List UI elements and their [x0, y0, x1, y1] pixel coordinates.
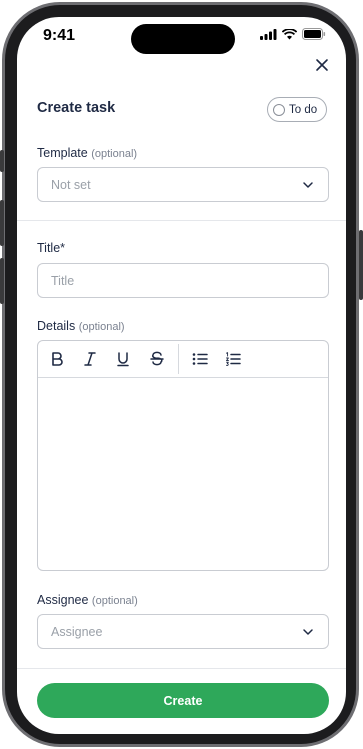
chevron-down-icon	[303, 629, 313, 635]
screen: 9:41 Create task To do Template (optiona…	[17, 17, 346, 734]
volume-down-button	[0, 258, 4, 304]
template-label-text: Template	[37, 146, 88, 160]
details-optional-text: (optional)	[78, 321, 125, 333]
title-placeholder: Title	[51, 273, 75, 288]
status-label: To do	[289, 103, 318, 116]
close-icon[interactable]	[312, 55, 332, 75]
status-toggle[interactable]: To do	[267, 97, 327, 122]
assignee-placeholder: Assignee	[51, 624, 103, 639]
volume-up-button	[0, 200, 4, 246]
wifi-icon	[282, 28, 297, 39]
underline-icon[interactable]	[114, 350, 132, 368]
bold-icon[interactable]	[48, 350, 66, 368]
radio-circle-icon	[273, 103, 285, 116]
details-editor[interactable]	[37, 340, 329, 571]
assignee-select[interactable]: Assignee	[37, 614, 329, 649]
toolbar-separator	[178, 344, 179, 374]
bullet-list-icon[interactable]	[191, 350, 209, 368]
footer-divider	[17, 668, 346, 669]
status-icons	[260, 28, 326, 40]
template-select[interactable]: Not set	[37, 167, 329, 202]
template-label: Template (optional)	[37, 146, 137, 160]
details-label-text: Details	[37, 319, 76, 333]
status-time: 9:41	[43, 27, 76, 44]
action-button	[0, 150, 4, 172]
title-input[interactable]: Title	[37, 263, 329, 298]
section-divider	[17, 220, 346, 221]
editor-toolbar	[38, 341, 328, 378]
title-label: Title*	[37, 241, 66, 255]
assignee-optional-text: (optional)	[91, 595, 138, 607]
assignee-label-text: Assignee	[37, 593, 89, 607]
numbered-list-icon[interactable]	[224, 350, 242, 368]
dynamic-island	[131, 24, 235, 54]
signal-icon	[260, 28, 277, 40]
strikethrough-icon[interactable]	[148, 350, 166, 368]
template-optional-text: (optional)	[91, 148, 138, 160]
chevron-down-icon	[303, 182, 313, 188]
battery-icon	[302, 28, 326, 40]
create-button[interactable]: Create	[37, 683, 329, 718]
assignee-label: Assignee (optional)	[37, 593, 138, 607]
page-title: Create task	[37, 100, 116, 116]
details-label: Details (optional)	[37, 319, 125, 333]
italic-icon[interactable]	[81, 350, 99, 368]
template-value: Not set	[51, 177, 91, 192]
power-button	[359, 230, 363, 300]
